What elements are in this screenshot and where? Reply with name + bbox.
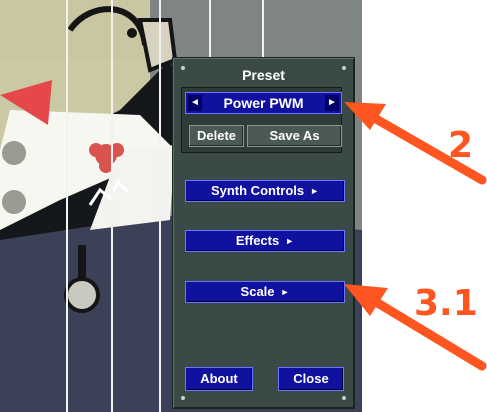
scale-button[interactable]: Scale ► <box>185 281 345 303</box>
submenu-arrow-icon: ► <box>285 236 295 246</box>
save-as-button[interactable]: Save As <box>247 125 342 147</box>
corner-screw-icon <box>181 396 185 400</box>
screenshot: Preset ◄ Power PWM ► Delete Save As Synt… <box>0 0 487 412</box>
scale-label: Scale <box>240 284 275 299</box>
left-triangle-icon: ◄ <box>190 97 200 108</box>
delete-button[interactable]: Delete <box>189 125 244 147</box>
preset-panel: Preset ◄ Power PWM ► Delete Save As Synt… <box>172 57 355 409</box>
close-button[interactable]: Close <box>278 367 344 391</box>
preset-name: Power PWM <box>223 95 304 111</box>
submenu-arrow-icon: ► <box>310 186 320 196</box>
preset-title: Preset <box>242 67 285 83</box>
synth-controls-label: Synth Controls <box>210 183 305 198</box>
right-triangle-icon: ► <box>327 97 337 108</box>
preset-selector[interactable]: ◄ Power PWM ► <box>185 92 342 114</box>
about-button[interactable]: About <box>185 367 253 391</box>
next-preset-button[interactable]: ► <box>325 95 339 111</box>
effects-button[interactable]: Effects ► <box>185 230 345 252</box>
synth-controls-button[interactable]: Synth Controls ► <box>185 180 345 202</box>
corner-screw-icon <box>342 396 346 400</box>
previous-preset-button[interactable]: ◄ <box>188 95 202 111</box>
effects-label: Effects <box>235 233 280 248</box>
annotation-label-2: 2 <box>448 125 474 166</box>
submenu-arrow-icon: ► <box>280 287 290 297</box>
annotation-label-3-1: 3.1 <box>414 283 478 324</box>
